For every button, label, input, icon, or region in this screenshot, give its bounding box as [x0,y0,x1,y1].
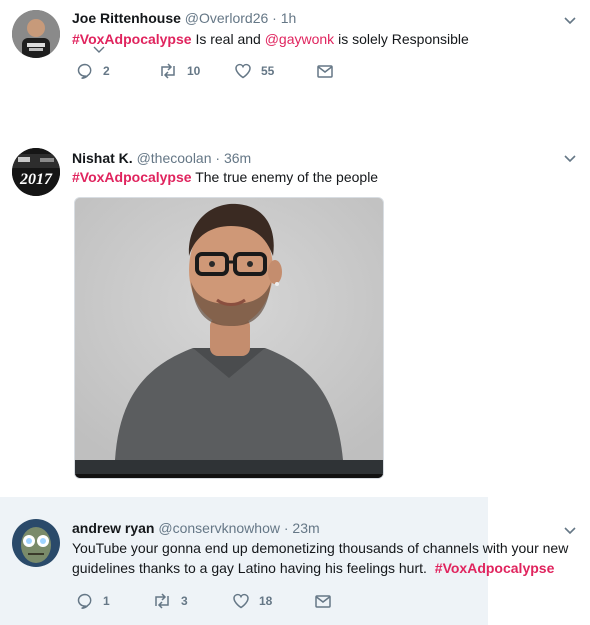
tweet-actions: 1 3 18 [76,591,336,611]
like-button[interactable]: 18 [232,591,272,611]
mention-link[interactable]: @gaywonk [265,31,334,47]
reply-count: 2 [103,64,110,78]
retweet-icon [155,593,169,609]
tweet-text: #VoxAdpocalypse Is real and @gaywonk is … [72,29,469,49]
chevron-down-icon[interactable] [562,12,578,28]
user-handle[interactable]: @thecoolan [137,150,212,166]
retweet-count: 3 [181,594,188,608]
reply-icon [77,63,92,80]
reply-count: 1 [103,594,110,608]
user-name[interactable]: andrew ryan [72,520,154,536]
hashtag-link[interactable]: #VoxAdpocalypse [435,560,555,576]
tweet-text-part: guidelines thanks to a gay Latino having… [72,560,431,576]
tweet-media-image[interactable] [74,197,384,479]
avatar[interactable] [12,519,60,567]
tweet-header: Nishat K. @thecoolan · 36m [72,149,251,167]
timestamp[interactable]: · 23m [284,520,320,536]
tweet-text-line: YouTube your gonna end up demonetizing t… [72,540,569,556]
dm-button[interactable] [314,591,332,611]
dm-icon [315,595,331,608]
tweet-text-part: Is real and [191,31,265,47]
timestamp[interactable]: · 1h [272,10,296,26]
retweet-count: 10 [187,64,201,78]
chevron-down-icon[interactable] [562,150,578,166]
reply-button[interactable]: 2 [76,61,110,81]
tweet-header: Joe Rittenhouse @Overlord26 · 1h [72,9,296,27]
retweet-button[interactable]: 3 [152,591,188,611]
like-count: 18 [259,594,273,608]
reply-button[interactable]: 1 [76,591,110,611]
hashtag-link[interactable]: #VoxAdpocalypse [72,31,192,47]
like-count: 55 [261,64,275,78]
tweet-actions: 2 10 55 [76,61,336,81]
tweet-text: #VoxAdpocalypse The true enemy of the pe… [72,167,378,187]
chevron-down-icon [93,46,105,53]
tweet-3[interactable]: andrew ryan @conservknowhow · 23m YouTub… [0,510,590,625]
avatar[interactable] [12,10,60,58]
tweet-text: YouTube your gonna end up demonetizing t… [72,538,577,578]
retweet-button[interactable]: 10 [158,61,200,81]
tweet-text-part: The true enemy of the people [191,169,379,185]
tweet-text-line: guidelines thanks to a gay Latino having… [72,558,577,578]
avatar[interactable]: 2017 [12,148,60,196]
tweet-header: andrew ryan @conservknowhow · 23m [72,519,320,537]
tweet-text-part: is solely Responsible [334,31,469,47]
user-name[interactable]: Nishat K. [72,150,133,166]
like-button[interactable]: 55 [234,61,274,81]
user-handle[interactable]: @conservknowhow [158,520,280,536]
timestamp[interactable]: · 36m [215,150,251,166]
user-name[interactable]: Joe Rittenhouse [72,10,181,26]
reply-icon [77,593,92,610]
tweet-1[interactable]: Joe Rittenhouse @Overlord26 · 1h #VoxAdp… [0,0,590,100]
user-handle[interactable]: @Overlord26 [185,10,268,26]
avatar-text: 2017 [19,171,53,188]
like-icon [233,593,249,609]
dm-icon [317,65,333,78]
like-icon [235,63,251,79]
retweet-icon [161,63,175,79]
dm-button[interactable] [316,61,334,81]
chevron-down-icon[interactable] [562,522,578,538]
hashtag-link[interactable]: #VoxAdpocalypse [72,169,192,185]
